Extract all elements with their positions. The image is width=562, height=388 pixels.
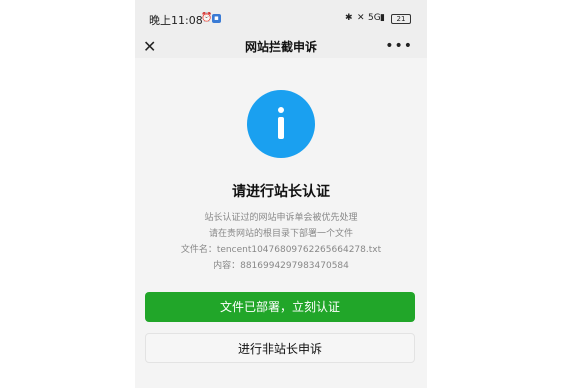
signal-icon: ▮ bbox=[380, 13, 385, 23]
content-line: 内容：8816994297983470584 bbox=[213, 261, 349, 271]
bluetooth-icon: ✱ bbox=[345, 13, 353, 23]
deployed-verify-button[interactable]: 文件已部署，立刻认证 bbox=[145, 292, 415, 322]
page-title: 网站拦截申诉 bbox=[244, 40, 317, 54]
status-time: 晚上11:08 bbox=[149, 14, 203, 27]
verification-heading: 请进行站长认证 bbox=[232, 184, 330, 200]
deploy-instruction: 请在贵网站的根目录下部署一个文件 bbox=[208, 229, 353, 239]
nav-bar: ✕ 网站拦截申诉 ••• bbox=[135, 36, 427, 58]
battery-icon: 21 bbox=[391, 14, 411, 24]
status-bar: 晚上11:08 ⏰ ▪ ✱ ✕ 5G ▮ 21 bbox=[135, 0, 427, 36]
phone-screen: 晚上11:08 ⏰ ▪ ✱ ✕ 5G ▮ 21 ✕ 网站拦截申诉 ••• 请进行… bbox=[135, 0, 427, 388]
info-icon bbox=[247, 90, 315, 158]
filename-line: 文件名：tencent10476809762265664278.txt bbox=[180, 245, 382, 255]
alarm-icon: ⏰ bbox=[201, 13, 213, 23]
info-icon-bar bbox=[278, 117, 284, 139]
mute-icon: ✕ bbox=[357, 13, 365, 23]
non-owner-appeal-button[interactable]: 进行非站长申诉 bbox=[145, 333, 415, 363]
network-label: 5G bbox=[368, 13, 381, 23]
app-badge-icon: ▪ bbox=[212, 14, 221, 23]
info-icon-dot bbox=[278, 107, 284, 113]
more-icon[interactable]: ••• bbox=[385, 36, 413, 56]
priority-note: 站长认证过的网站申诉单会被优先处理 bbox=[204, 213, 358, 223]
